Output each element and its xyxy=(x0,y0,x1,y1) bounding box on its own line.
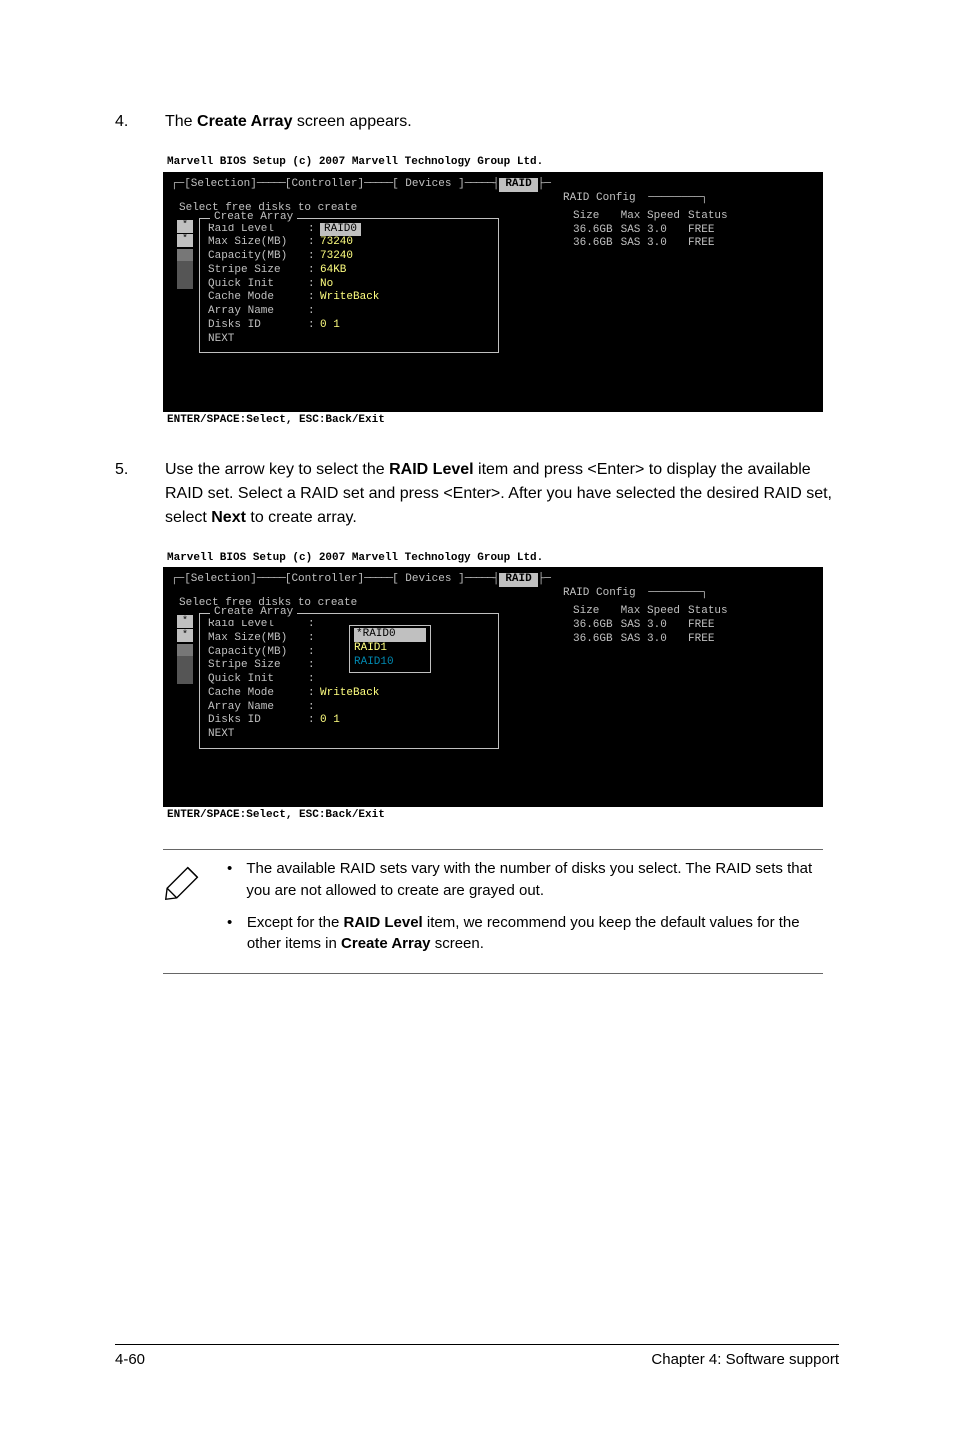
bios-topline: ┌─[Selection]─────[Controller]─────[ Dev… xyxy=(171,178,815,192)
raid-tab: RAID xyxy=(499,573,537,587)
table-row: 36.6GB SAS 3.0 FREE xyxy=(573,237,736,251)
note-block: • The available RAID sets vary with the … xyxy=(163,849,823,974)
chapter-title: Chapter 4: Software support xyxy=(651,1351,839,1368)
create-array-title: Create Array xyxy=(210,211,297,225)
bullet-icon: • xyxy=(227,858,232,902)
bios-screen-2: ┌─[Selection]─────[Controller]─────[ Dev… xyxy=(163,567,823,807)
raid-config-label: RAID Config ────────┐ xyxy=(563,192,708,206)
note-text-1: The available RAID sets vary with the nu… xyxy=(246,858,823,902)
bios-footer: ENTER/SPACE:Select, ESC:Back/Exit xyxy=(163,412,823,430)
step5-number: 5. xyxy=(115,458,133,530)
bios-screenshot-1: Marvell BIOS Setup (c) 2007 Marvell Tech… xyxy=(163,154,823,430)
bios-footer: ENTER/SPACE:Select, ESC:Back/Exit xyxy=(163,807,823,825)
note-icon xyxy=(163,858,207,965)
popup-option-raid0[interactable]: *RAID0 xyxy=(354,628,426,642)
page-number: 4-60 xyxy=(115,1351,145,1368)
table-row: 36.6GB SAS 3.0 FREE xyxy=(573,619,736,633)
note-list: • The available RAID sets vary with the … xyxy=(227,858,823,965)
disk-table: Size Max Speed Status 36.6GB SAS 3.0 FRE… xyxy=(573,210,813,251)
popup-option-raid10: RAID10 xyxy=(354,656,426,670)
raid-level-value[interactable]: RAID0 xyxy=(320,223,361,237)
step5: 5. Use the arrow key to select the RAID … xyxy=(115,458,839,530)
table-row: 36.6GB SAS 3.0 FREE xyxy=(573,633,736,647)
note-text-2: Except for the RAID Level item, we recom… xyxy=(247,912,823,956)
step5-text: Use the arrow key to select the RAID Lev… xyxy=(165,458,839,530)
bios-topline: ┌─[Selection]─────[Controller]─────[ Dev… xyxy=(171,573,815,587)
next-item[interactable]: NEXT xyxy=(208,728,304,742)
left-region: Select free disks to create Create Array… xyxy=(171,597,531,749)
disk-table: Size Max Speed Status 36.6GB SAS 3.0 FRE… xyxy=(573,605,813,646)
step4: 4. The Create Array screen appears. xyxy=(115,110,839,134)
create-array-title: Create Array xyxy=(210,606,297,620)
raid-level-popup[interactable]: *RAID0 RAID1 RAID10 xyxy=(349,625,431,672)
bios-screenshot-2: Marvell BIOS Setup (c) 2007 Marvell Tech… xyxy=(163,550,823,826)
table-row: 36.6GB SAS 3.0 FREE xyxy=(573,224,736,238)
raid-config-label: RAID Config ────────┐ xyxy=(563,587,708,601)
page-footer: 4-60 Chapter 4: Software support xyxy=(115,1344,839,1368)
step4-number: 4. xyxy=(115,110,133,134)
raid-tab: RAID xyxy=(499,178,537,192)
create-array-box: Create Array Raid Level:RAID0 Max Size(M… xyxy=(199,218,499,354)
left-region: Select free disks to create Create Array… xyxy=(171,202,531,354)
step4-text: The Create Array screen appears. xyxy=(165,110,839,134)
bios-screen-1: ┌─[Selection]─────[Controller]─────[ Dev… xyxy=(163,172,823,412)
popup-option-raid1[interactable]: RAID1 xyxy=(354,642,426,656)
next-item[interactable]: NEXT xyxy=(208,333,304,347)
bullet-icon: • xyxy=(227,912,233,956)
bios-title: Marvell BIOS Setup (c) 2007 Marvell Tech… xyxy=(163,550,823,568)
bios-title: Marvell BIOS Setup (c) 2007 Marvell Tech… xyxy=(163,154,823,172)
